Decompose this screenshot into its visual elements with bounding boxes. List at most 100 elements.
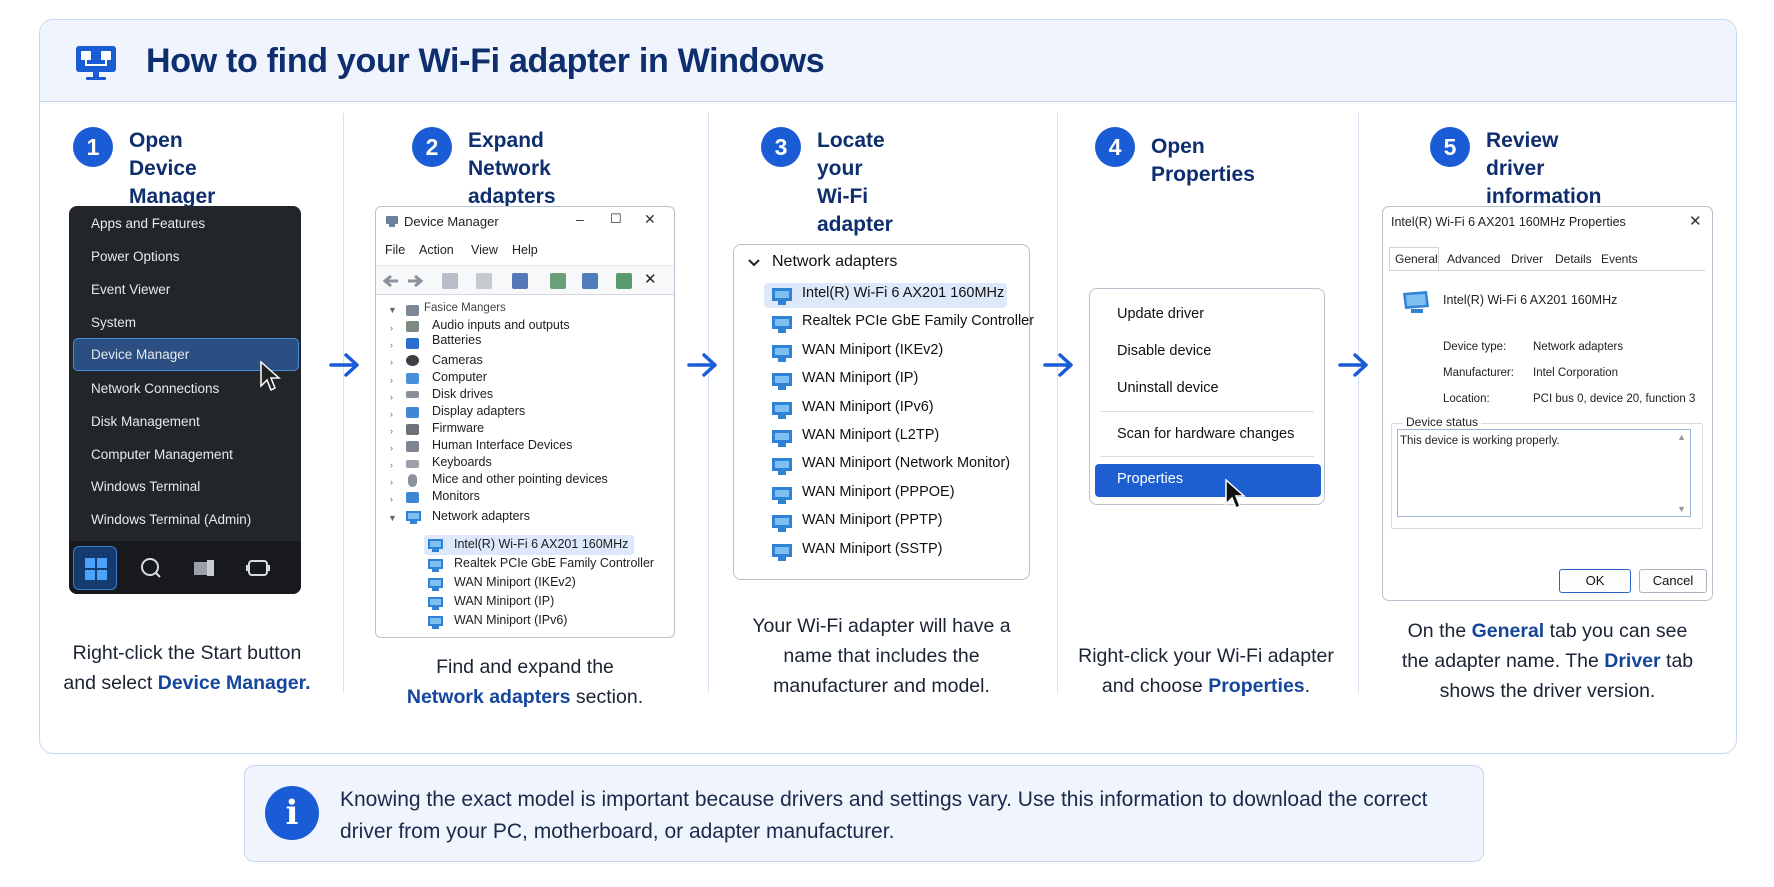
menu-view[interactable]: View xyxy=(471,243,498,257)
close-button[interactable]: ✕ xyxy=(644,211,656,228)
menu-item-properties[interactable]: Properties xyxy=(1117,471,1183,487)
update-driver-toolbar-icon[interactable] xyxy=(550,273,566,289)
chevron-down-icon[interactable]: ▼ xyxy=(388,513,397,523)
tab-driver[interactable]: Driver xyxy=(1511,252,1543,266)
chevron-down-icon[interactable] xyxy=(747,257,761,269)
tree-root[interactable]: Fasice Mangers xyxy=(424,302,506,314)
adapter-list-item[interactable]: WAN Miniport (IP) xyxy=(802,370,918,386)
tree-item-mice[interactable]: Mice and other pointing devices xyxy=(432,472,608,486)
menu-item-device-manager[interactable]: Device Manager xyxy=(91,343,189,367)
menu-item-windows-terminal[interactable]: Windows Terminal xyxy=(91,475,200,499)
tree-item-audio[interactable]: Audio inputs and outputs xyxy=(432,318,570,332)
chevron-right-icon[interactable]: › xyxy=(390,477,393,487)
start-button[interactable] xyxy=(73,546,117,590)
menu-item-event-viewer[interactable]: Event Viewer xyxy=(91,278,170,302)
caption-line: Your Wi-Fi adapter will have a xyxy=(752,615,1011,637)
menu-item-update-driver[interactable]: Update driver xyxy=(1117,306,1204,322)
tree-item-firmware[interactable]: Firmware xyxy=(432,421,484,435)
device-status-textbox[interactable]: This device is working properly. ▲ ▼ xyxy=(1397,429,1691,517)
adapter-list-item[interactable]: WAN Miniport (SSTP) xyxy=(802,541,942,557)
menu-action[interactable]: Action xyxy=(419,243,454,257)
network-adapter-icon xyxy=(772,373,792,391)
chevron-right-icon[interactable]: › xyxy=(390,323,393,333)
menu-item-scan-hardware[interactable]: Scan for hardware changes xyxy=(1117,426,1294,442)
chevron-right-icon[interactable]: › xyxy=(390,494,393,504)
scroll-down-icon[interactable]: ▼ xyxy=(1677,504,1686,514)
menu-help[interactable]: Help xyxy=(512,243,538,257)
chevron-right-icon[interactable]: › xyxy=(390,426,393,436)
adapter-list-item[interactable]: WAN Miniport (IKEv2) xyxy=(802,342,943,358)
tree-item-hid[interactable]: Human Interface Devices xyxy=(432,438,572,452)
field-value: Intel Corporation xyxy=(1533,367,1619,379)
menu-item-uninstall-device[interactable]: Uninstall device xyxy=(1117,380,1219,396)
tree-item-cameras[interactable]: Cameras xyxy=(432,353,483,367)
tab-general[interactable]: General xyxy=(1395,252,1438,266)
chevron-right-icon[interactable]: › xyxy=(390,460,393,470)
adapter-list-item[interactable]: WAN Miniport (PPPOE) xyxy=(802,484,955,500)
widgets-icon[interactable] xyxy=(245,556,271,580)
scroll-up-icon[interactable]: ▲ xyxy=(1677,432,1686,442)
chevron-down-icon[interactable]: ▼ xyxy=(388,305,397,315)
tree-item-display-adapters[interactable]: Display adapters xyxy=(432,404,525,418)
ok-button[interactable]: OK xyxy=(1559,569,1631,593)
tree-item-disk-drives[interactable]: Disk drives xyxy=(432,387,493,401)
network-adapter-icon xyxy=(772,543,792,561)
help-toolbar-icon[interactable] xyxy=(512,273,528,289)
menu-item-network-connections[interactable]: Network Connections xyxy=(91,377,219,401)
chevron-right-icon[interactable]: › xyxy=(390,375,393,385)
tree-item-network-adapters[interactable]: Network adapters xyxy=(432,509,530,523)
tab-events[interactable]: Events xyxy=(1601,252,1638,266)
chevron-right-icon[interactable]: › xyxy=(390,392,393,402)
menu-item-system[interactable]: System xyxy=(91,311,136,335)
menu-item-windows-terminal-admin[interactable]: Windows Terminal (Admin) xyxy=(91,508,251,532)
caption-emphasis: General xyxy=(1471,620,1545,642)
network-adapter-icon xyxy=(772,515,792,533)
chevron-right-icon[interactable]: › xyxy=(390,443,393,453)
step-number: 3 xyxy=(761,127,801,167)
search-icon[interactable] xyxy=(139,556,163,580)
properties-toolbar-icon[interactable] xyxy=(442,273,458,289)
scan-hardware-toolbar-icon[interactable] xyxy=(582,273,598,289)
adapter-list-item[interactable]: WAN Miniport (PPTP) xyxy=(802,512,942,528)
tree-item-intel-wifi[interactable]: Intel(R) Wi-Fi 6 AX201 160MHz xyxy=(454,537,628,551)
tree-item-batteries[interactable]: Batteries xyxy=(432,333,481,347)
maximize-button[interactable]: ☐ xyxy=(610,211,622,227)
menu-file[interactable]: File xyxy=(385,243,405,257)
menu-item-disable-device[interactable]: Disable device xyxy=(1117,343,1211,359)
field-label: Manufacturer: xyxy=(1443,367,1514,379)
tree-item-monitors[interactable]: Monitors xyxy=(432,489,480,503)
adapter-list-item[interactable]: WAN Miniport (L2TP) xyxy=(802,427,939,443)
step-title: Open Properties xyxy=(1151,135,1255,186)
menu-item-computer-management[interactable]: Computer Management xyxy=(91,443,233,467)
minimize-button[interactable]: – xyxy=(576,211,584,227)
uninstall-x-icon[interactable]: ✕ xyxy=(644,270,657,288)
tree-item-wan-ip[interactable]: WAN Miniport (IP) xyxy=(454,594,554,608)
arrow-right-icon xyxy=(1338,353,1368,377)
tab-details[interactable]: Details xyxy=(1555,252,1592,266)
audio-icon xyxy=(406,321,419,332)
close-icon[interactable]: ✕ xyxy=(1689,212,1702,230)
adapter-list-item[interactable]: WAN Miniport (Network Monitor) xyxy=(802,455,1010,471)
tree-item-realtek[interactable]: Realtek PCIe GbE Family Controller xyxy=(454,556,654,570)
refresh-toolbar-icon[interactable] xyxy=(476,273,492,289)
adapter-list-item[interactable]: WAN Miniport (IPv6) xyxy=(802,399,934,415)
tree-item-wan-ipv6[interactable]: WAN Miniport (IPv6) xyxy=(454,613,567,627)
adapter-list-item[interactable]: Realtek PCIe GbE Family Controller xyxy=(802,313,1034,329)
forward-arrow-icon[interactable] xyxy=(406,273,424,289)
add-driver-toolbar-icon[interactable] xyxy=(616,273,632,289)
menu-item-disk-management[interactable]: Disk Management xyxy=(91,410,200,434)
tree-item-wan-ikev2[interactable]: WAN Miniport (IKEv2) xyxy=(454,575,576,589)
tree-item-keyboards[interactable]: Keyboards xyxy=(432,455,492,469)
menu-item-power-options[interactable]: Power Options xyxy=(91,245,180,269)
tree-item-computer[interactable]: Computer xyxy=(432,370,487,384)
cancel-button[interactable]: Cancel xyxy=(1639,569,1707,593)
list-header[interactable]: Network adapters xyxy=(772,253,897,271)
chevron-right-icon[interactable]: › xyxy=(390,340,393,350)
task-view-icon[interactable] xyxy=(192,556,216,580)
menu-item-apps-and-features[interactable]: Apps and Features xyxy=(91,212,205,236)
chevron-right-icon[interactable]: › xyxy=(390,357,393,367)
tab-advanced[interactable]: Advanced xyxy=(1447,252,1500,266)
back-arrow-icon[interactable] xyxy=(382,273,400,289)
chevron-right-icon[interactable]: › xyxy=(390,409,393,419)
adapter-list-item[interactable]: Intel(R) Wi-Fi 6 AX201 160MHz xyxy=(802,285,1004,301)
